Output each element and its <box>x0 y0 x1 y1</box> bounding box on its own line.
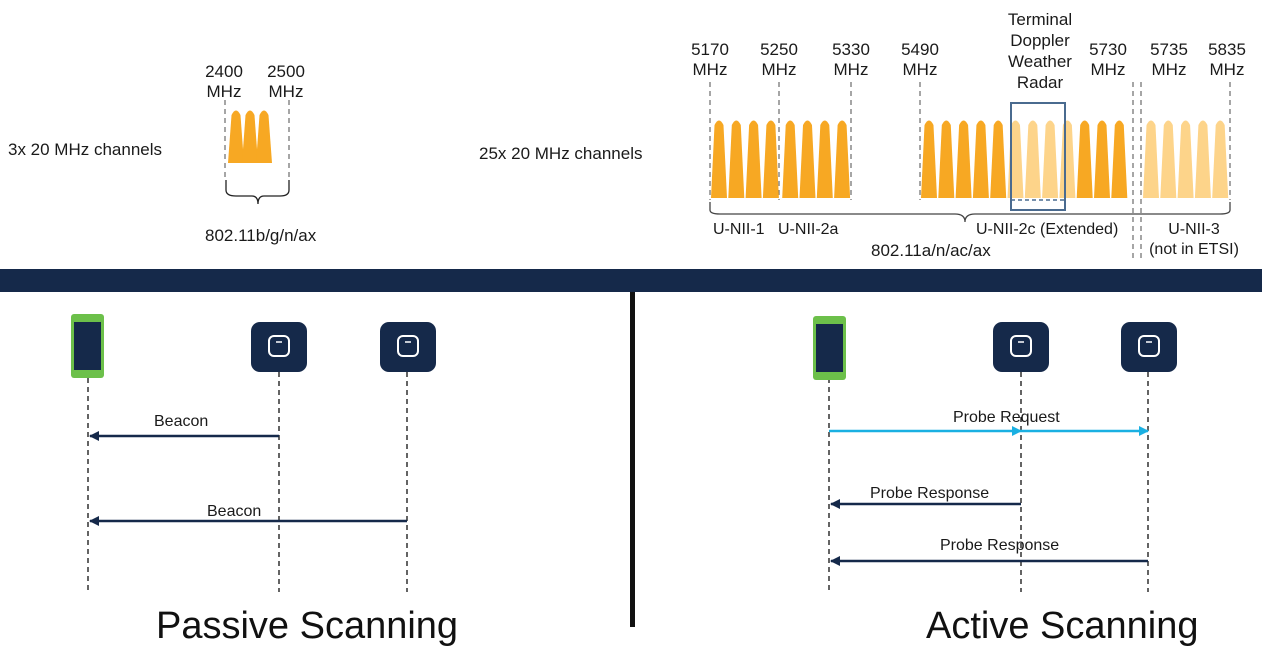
channel-5ghz <box>816 120 833 198</box>
channel-5ghz <box>938 120 955 198</box>
channel-5ghz <box>799 120 816 198</box>
freq-label-5170: 5170 MHz <box>691 40 729 79</box>
freq-label-5330: 5330 MHz <box>832 40 870 79</box>
channel-5ghz <box>972 120 989 198</box>
channel-5ghz <box>921 120 937 198</box>
band-5ghz-brace <box>709 202 1231 223</box>
unii1-label: U-NII-1 <box>713 221 765 238</box>
channels-24-label: 3x 20 MHz channels <box>8 140 163 159</box>
channel-5ghz <box>728 120 745 198</box>
section-divider <box>0 269 1262 292</box>
unii2c-label: U-NII-2c (Extended) <box>976 221 1119 238</box>
channel-5ghz <box>1177 120 1194 198</box>
channel-5ghz <box>1059 120 1076 198</box>
probe-response-label-2: Probe Response <box>940 537 1060 554</box>
freq-label-5490: 5490 MHz <box>901 40 939 79</box>
channels-24ghz <box>228 110 272 163</box>
band-24ghz <box>224 100 290 205</box>
probe-request-label: Probe Request <box>953 409 1060 426</box>
wifi-scanning-diagram: 2400 MHz 2500 MHz 3x 20 MHz channels 802.1… <box>0 0 1262 652</box>
smartphone-icon <box>71 314 104 378</box>
channel-5ghz <box>1111 120 1128 198</box>
channel-5ghz <box>1143 120 1159 198</box>
standard-24-label: 802.11b/g/n/ax <box>205 226 317 245</box>
channel-5ghz <box>1007 120 1024 198</box>
channel-5ghz <box>990 120 1007 198</box>
freq-label-5250: 5250 MHz <box>760 40 798 79</box>
access-point-icon <box>1121 322 1177 372</box>
panel-separator <box>630 292 635 627</box>
access-point-icon <box>251 322 307 372</box>
unii2a-label: U-NII-2a <box>778 221 839 238</box>
channel-5ghz <box>762 120 779 198</box>
access-point-icon <box>993 322 1049 372</box>
channel-5ghz <box>782 120 799 198</box>
standard-5-label: 802.11a/n/ac/ax <box>871 241 991 260</box>
freq-label-2500: 2500 MHz <box>267 62 305 101</box>
smartphone-icon <box>813 316 846 380</box>
freq-label-5835: 5835 MHz <box>1208 40 1246 79</box>
channel-5ghz <box>1094 120 1110 198</box>
channel-24ghz <box>242 110 258 163</box>
channel-5ghz <box>711 120 727 198</box>
channel-5ghz <box>955 120 972 198</box>
passive-scanning-title: Passive Scanning <box>156 605 459 647</box>
channels-5-label: 25x 20 MHz channels <box>479 144 643 163</box>
beacon-label-1: Beacon <box>154 413 209 430</box>
channel-24ghz <box>256 110 272 163</box>
radar-label: Terminal Doppler Weather Radar <box>1007 10 1073 92</box>
channel-5ghz <box>1160 120 1177 198</box>
freq-label-5735: 5735 MHz <box>1150 40 1188 79</box>
band-24ghz-brace <box>225 180 290 205</box>
channel-5ghz <box>834 120 851 198</box>
unii3-label: U-NII-3 (not in ETSI) <box>1149 221 1239 258</box>
channel-5ghz <box>1042 120 1059 198</box>
beacon-label-2: Beacon <box>207 503 262 520</box>
channel-5ghz <box>1076 120 1093 198</box>
channels-5ghz <box>711 120 1229 198</box>
freq-label-2400: 2400 MHz <box>205 62 243 101</box>
active-scanning-title: Active Scanning <box>926 605 1199 647</box>
channel-5ghz <box>745 120 762 198</box>
access-point-icon <box>380 322 436 372</box>
channel-5ghz <box>1194 120 1211 198</box>
probe-response-label-1: Probe Response <box>870 485 990 502</box>
channel-5ghz <box>1212 120 1229 198</box>
channel-24ghz <box>228 110 244 163</box>
radar-box-dashed-bottom <box>1010 199 1066 211</box>
freq-label-5730: 5730 MHz <box>1089 40 1127 79</box>
channel-5ghz <box>1024 120 1041 198</box>
passive-scanning-diagram <box>71 314 436 592</box>
